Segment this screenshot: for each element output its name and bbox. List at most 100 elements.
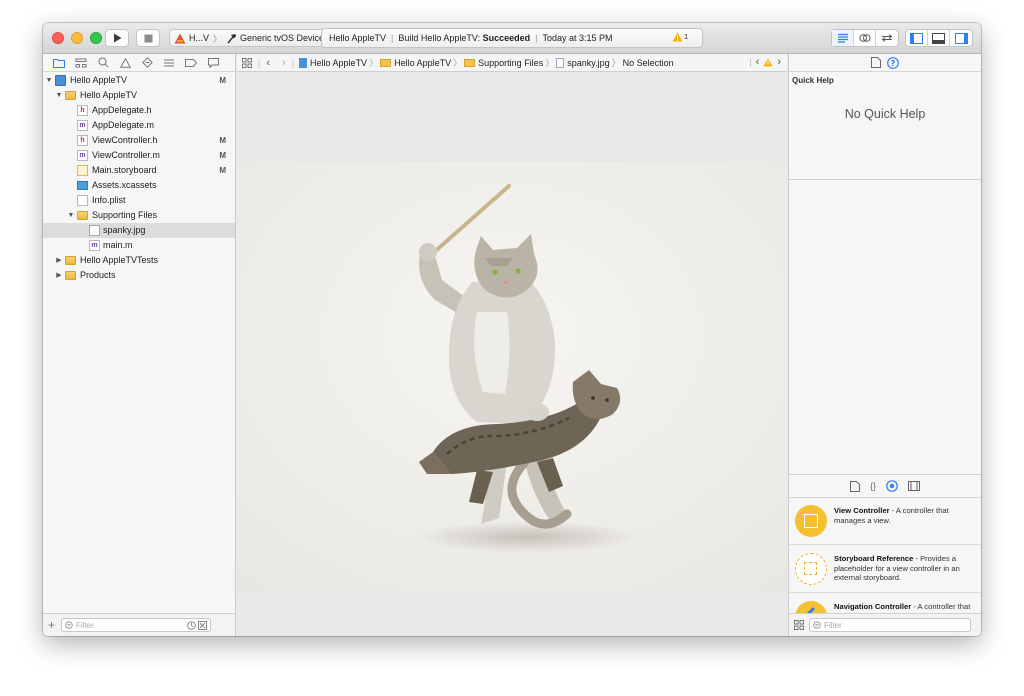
version-editor-icon xyxy=(881,34,893,42)
recent-files-icon[interactable] xyxy=(187,620,196,630)
hierarchy-icon xyxy=(75,58,87,67)
disclosure-open-icon[interactable]: ▼ xyxy=(55,88,63,103)
asset-catalog-icon xyxy=(77,181,88,190)
tree-row-file[interactable]: h ViewController.h M xyxy=(43,133,235,148)
tree-label: Hello AppleTVTests xyxy=(80,255,159,265)
library-filter-field[interactable]: Filter xyxy=(809,618,971,632)
film-icon xyxy=(908,481,920,491)
run-button[interactable] xyxy=(105,29,129,47)
library-item-storyboard-reference[interactable]: Storyboard Reference - Provides a placeh… xyxy=(789,545,981,593)
tree-row-group[interactable]: ▼ Supporting Files xyxy=(43,208,235,223)
scm-status-badge: M xyxy=(219,166,226,175)
breadcrumb-selection[interactable]: No Selection xyxy=(623,58,674,68)
navigator-tab-bar xyxy=(43,54,235,72)
tab-test-navigator[interactable] xyxy=(136,54,158,71)
tree-label: main.m xyxy=(103,240,133,250)
image-file-icon xyxy=(89,225,100,236)
tab-symbol-navigator[interactable] xyxy=(70,54,92,71)
scm-modified-filter-icon[interactable] xyxy=(198,620,208,630)
minimize-window-button[interactable] xyxy=(71,32,83,44)
breakpoint-icon xyxy=(185,58,197,67)
tab-find-navigator[interactable] xyxy=(92,54,114,71)
forward-arrow-icon[interactable]: › xyxy=(282,57,286,69)
previous-issue-icon[interactable]: ‹ xyxy=(756,56,760,68)
breadcrumb-supporting-files[interactable]: Supporting Files xyxy=(464,58,543,68)
add-file-button[interactable]: + xyxy=(48,618,55,632)
spanky-image xyxy=(237,162,787,594)
library-item-view-controller[interactable]: View Controller - A controller that mana… xyxy=(789,497,981,545)
breadcrumb-group[interactable]: Hello AppleTV xyxy=(380,58,451,68)
tab-quick-help[interactable]: ? xyxy=(887,56,899,69)
tab-media-library[interactable] xyxy=(908,481,920,491)
library-view-mode-button[interactable] xyxy=(794,620,804,630)
tab-project-navigator[interactable] xyxy=(48,54,70,71)
toggle-utilities-button[interactable] xyxy=(950,30,972,46)
tree-row-group[interactable]: ▶ Products xyxy=(43,268,235,283)
tree-label: AppDelegate.m xyxy=(92,120,155,130)
tab-file-template-library[interactable] xyxy=(849,480,860,492)
zoom-window-button[interactable] xyxy=(90,32,102,44)
folder-icon xyxy=(65,91,76,100)
tree-row-file[interactable]: m AppDelegate.m xyxy=(43,118,235,133)
stop-button[interactable] xyxy=(136,29,160,47)
close-window-button[interactable] xyxy=(52,32,64,44)
tree-row-group[interactable]: ▼ Hello AppleTV xyxy=(43,88,235,103)
debug-gauge-icon xyxy=(164,59,174,66)
disclosure-open-icon[interactable]: ▼ xyxy=(67,208,75,223)
standard-editor-button[interactable] xyxy=(832,30,854,46)
back-arrow-icon[interactable]: ‹ xyxy=(266,57,270,69)
grid-icon xyxy=(794,620,804,630)
next-issue-icon[interactable]: › xyxy=(777,56,781,68)
tab-issue-navigator[interactable] xyxy=(114,54,136,71)
toggle-debug-area-button[interactable] xyxy=(928,30,950,46)
tree-row-project[interactable]: ▼ Hello AppleTV M xyxy=(43,73,235,88)
no-quick-help-message: No Quick Help xyxy=(844,107,926,121)
toggle-navigator-button[interactable] xyxy=(906,30,928,46)
stop-icon xyxy=(144,34,152,42)
image-editor xyxy=(237,72,787,636)
folder-icon xyxy=(65,256,76,265)
tree-label: Info.plist xyxy=(92,195,126,205)
test-diamond-icon xyxy=(141,57,153,68)
tab-breakpoint-navigator[interactable] xyxy=(180,54,202,71)
tab-report-navigator[interactable] xyxy=(202,54,224,71)
breadcrumb-project[interactable]: Hello AppleTV xyxy=(299,57,368,68)
tree-label: ViewController.m xyxy=(92,150,160,160)
disclosure-closed-icon[interactable]: ▶ xyxy=(55,253,63,268)
assistant-editor-button[interactable] xyxy=(854,30,876,46)
activity-status-result: Succeeded xyxy=(482,33,531,43)
scm-status-badge: M xyxy=(219,151,226,160)
tree-row-file[interactable]: h AppDelegate.h xyxy=(43,103,235,118)
editor-mode-segmented-control xyxy=(831,29,899,47)
help-icon: ? xyxy=(887,56,899,69)
breadcrumb-label: Hello AppleTV xyxy=(310,57,368,68)
project-navigator: ▼ Hello AppleTV M ▼ Hello AppleTV h AppD… xyxy=(43,54,236,636)
tree-row-file[interactable]: m ViewController.m M xyxy=(43,148,235,163)
warning-icon[interactable] xyxy=(763,58,773,67)
tree-row-file[interactable]: Assets.xcassets xyxy=(43,178,235,193)
tree-row-file[interactable]: m main.m xyxy=(43,238,235,253)
folder-icon xyxy=(77,211,88,220)
version-editor-button[interactable] xyxy=(876,30,898,46)
breadcrumb-file[interactable]: spanky.jpg xyxy=(556,57,610,68)
warning-indicator[interactable]: 1 xyxy=(672,32,688,42)
related-items-button[interactable] xyxy=(242,57,252,68)
tree-row-file[interactable]: Info.plist xyxy=(43,193,235,208)
app-target-icon xyxy=(174,33,186,43)
tab-code-snippet-library[interactable]: {} xyxy=(870,481,876,491)
tab-object-library[interactable] xyxy=(886,480,898,492)
scheme-selector[interactable]: H...V 〉 Generic tvOS Device xyxy=(169,29,330,47)
chevron-right-icon: 〉 xyxy=(611,58,621,68)
tree-row-file-selected[interactable]: spanky.jpg xyxy=(43,223,235,238)
folder-icon xyxy=(65,271,76,280)
utilities-area: ? Quick Help No Quick Help {} View Contr… xyxy=(788,54,981,636)
tree-row-file[interactable]: Main.storyboard M xyxy=(43,163,235,178)
speech-bubble-icon xyxy=(207,57,219,68)
navigator-filter-field[interactable]: Filter xyxy=(61,618,212,632)
tab-debug-navigator[interactable] xyxy=(158,54,180,71)
disclosure-closed-icon[interactable]: ▶ xyxy=(55,268,63,283)
tree-row-group[interactable]: ▶ Hello AppleTVTests xyxy=(43,253,235,268)
tab-file-inspector[interactable] xyxy=(871,57,881,68)
disclosure-open-icon[interactable]: ▼ xyxy=(45,73,53,88)
jumpbar-divider: | xyxy=(258,57,261,68)
